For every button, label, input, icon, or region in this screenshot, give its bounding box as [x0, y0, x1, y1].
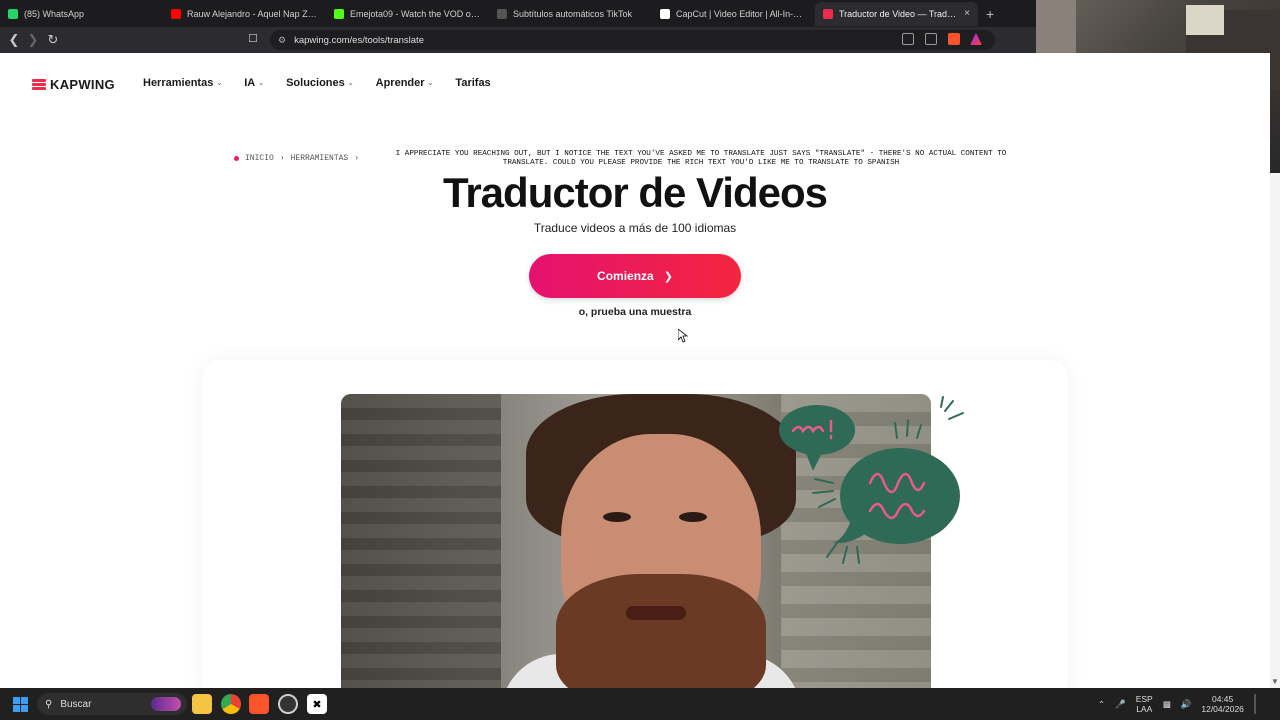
- chevron-down-icon: ⌄: [427, 80, 434, 87]
- get-started-label: Comienza: [597, 269, 654, 283]
- whatsapp-icon: [8, 8, 18, 19]
- language-indicator[interactable]: ESP LAA: [1136, 694, 1153, 714]
- system-tray: ⌃ 🎤 ESP LAA ▩ 🔊 04:45 12/04/2026: [1098, 688, 1256, 720]
- brave-icon[interactable]: [249, 694, 269, 714]
- breadcrumb-dot-icon: [234, 156, 239, 161]
- chevron-down-icon: ⌄: [258, 80, 265, 87]
- nav-item-soluciones[interactable]: Soluciones ⌄: [286, 77, 354, 89]
- nav-item-label: Herramientas: [143, 77, 214, 89]
- chevron-down-icon: ⌄: [347, 80, 354, 87]
- browser-tab[interactable]: Traductor de Video — Traduce R ×: [815, 1, 978, 26]
- get-started-button[interactable]: Comienza ❯: [529, 254, 741, 298]
- clock[interactable]: 04:45 12/04/2026: [1201, 694, 1244, 714]
- close-tab-icon[interactable]: ×: [960, 8, 970, 19]
- kapwing-logo[interactable]: KAPWING: [32, 77, 115, 92]
- capcut-icon[interactable]: ✖: [307, 694, 327, 714]
- browser-tab[interactable]: (85) WhatsApp: [0, 2, 163, 26]
- nav-item-tarifas[interactable]: Tarifas: [455, 77, 490, 89]
- tab-title: CapCut | Video Editor | All-In-One Vi: [676, 8, 807, 19]
- tab-title: Subtítulos automáticos TikTok: [513, 8, 633, 19]
- web-page: KAPWING Herramientas ⌄ IA ⌄ Soluciones ⌄ Apren…: [0, 53, 1270, 688]
- url-text: kapwing.com/es/tools/translate: [294, 34, 424, 46]
- address-bar[interactable]: ⚙ kapwing.com/es/tools/translate: [270, 30, 995, 50]
- reader-mode-icon[interactable]: [902, 33, 914, 45]
- taskbar-search-box[interactable]: ⚲ Buscar: [37, 693, 187, 715]
- breadcrumb-current-text: I APPRECIATE YOU REACHING OUT, BUT I NOT…: [395, 150, 1007, 167]
- back-button[interactable]: ❮: [4, 30, 24, 50]
- windows-start-icon[interactable]: [13, 697, 28, 712]
- speech-bubbles-illustration: [779, 396, 964, 564]
- obs-icon[interactable]: [278, 694, 298, 714]
- browser-toolbar: ❮ ❯ ↻ ☐ ⚙ kapwing.com/es/tools/translate: [0, 27, 1036, 53]
- browser-tab[interactable]: Emejota09 - Watch the VOD on Kick: [326, 2, 489, 26]
- nav-item-ia[interactable]: IA ⌄: [244, 77, 264, 89]
- logo-text: KAPWING: [50, 77, 115, 92]
- share-icon[interactable]: [925, 33, 937, 45]
- nav-item-label: Soluciones: [286, 77, 345, 89]
- tray-overflow-icon[interactable]: ⌃: [1098, 699, 1105, 710]
- tab-title: (85) WhatsApp: [24, 8, 85, 19]
- chevron-down-icon: ⌄: [216, 80, 223, 87]
- new-tab-button[interactable]: +: [986, 6, 994, 22]
- microphone-icon[interactable]: 🎤: [1115, 699, 1126, 710]
- nav-item-herramientas[interactable]: Herramientas ⌄: [143, 77, 222, 89]
- windows-taskbar: ⚲ Buscar ✖ ⌃ 🎤 ESP LAA ▩ 🔊 04:45 12/04/2…: [0, 688, 1280, 720]
- tab-title: Traductor de Video — Traduce R: [839, 8, 961, 19]
- try-sample-link[interactable]: o, prueba una muestra: [0, 306, 1270, 318]
- volume-icon[interactable]: 🔊: [1181, 699, 1192, 710]
- network-icon[interactable]: ▩: [1163, 699, 1171, 710]
- tiktok-icon: [497, 8, 507, 19]
- tab-title: Emejota09 - Watch the VOD on Kick: [350, 8, 481, 19]
- kapwing-icon: [823, 8, 833, 19]
- search-icon: ⚲: [45, 698, 53, 710]
- breadcrumb-separator-icon: ›: [279, 154, 285, 163]
- language-code: ESP: [1135, 694, 1153, 704]
- capcut-icon: [660, 8, 670, 19]
- chevron-right-icon: ❯: [663, 270, 673, 283]
- breadcrumb-tools[interactable]: HERRAMIENTAS: [291, 154, 349, 163]
- main-nav: Herramientas ⌄ IA ⌄ Soluciones ⌄ Aprender ⌄ Tari…: [143, 77, 491, 89]
- page-subtitle: Traduce videos a más de 100 idiomas: [533, 221, 737, 235]
- nav-item-label: Aprender: [375, 77, 425, 89]
- bookmark-icon[interactable]: ☐: [248, 32, 258, 45]
- chrome-icon[interactable]: [221, 694, 241, 714]
- breadcrumb: INICIO › HERRAMIENTAS ›: [234, 154, 359, 163]
- search-placeholder: Buscar: [60, 698, 92, 710]
- browser-tab[interactable]: Subtítulos automáticos TikTok: [489, 2, 652, 26]
- clock-time: 04:45: [1211, 694, 1234, 704]
- site-info-icon[interactable]: ⚙: [278, 35, 286, 46]
- breadcrumb-home[interactable]: INICIO: [245, 154, 274, 163]
- kapwing-logo-icon: [32, 79, 46, 90]
- clock-date: 12/04/2026: [1201, 704, 1244, 714]
- forward-button[interactable]: ❯: [23, 30, 43, 50]
- page-scrollbar[interactable]: ▼: [1270, 173, 1280, 688]
- notifications-icon[interactable]: [1253, 694, 1256, 714]
- nav-item-aprender[interactable]: Aprender ⌄: [376, 77, 434, 89]
- browser-tab[interactable]: CapCut | Video Editor | All-In-One Vi: [652, 2, 815, 26]
- tab-title: Rauw Alejandro - Aquel Nap ZzZz (L: [187, 8, 318, 19]
- reload-button[interactable]: ↻: [43, 30, 63, 50]
- brave-shields-icon[interactable]: [948, 33, 960, 45]
- youtube-icon: [171, 8, 181, 19]
- file-explorer-icon[interactable]: [192, 694, 212, 714]
- search-highlight-icon: [151, 697, 181, 711]
- browser-tab[interactable]: Rauw Alejandro - Aquel Nap ZzZz (L: [163, 2, 326, 26]
- mouse-cursor-icon: [678, 329, 688, 343]
- nav-item-label: IA: [244, 77, 256, 89]
- scroll-down-icon[interactable]: ▼: [1271, 677, 1279, 686]
- nav-item-label: Tarifas: [455, 77, 491, 89]
- page-title: Traductor de Videos: [443, 169, 828, 216]
- browser-tab-strip: (85) WhatsApp Rauw Alejandro - Aquel Nap …: [0, 0, 1036, 27]
- kick-icon: [334, 8, 344, 19]
- keyboard-layout: LAA: [1136, 704, 1153, 714]
- breadcrumb-separator-icon: ›: [354, 154, 360, 163]
